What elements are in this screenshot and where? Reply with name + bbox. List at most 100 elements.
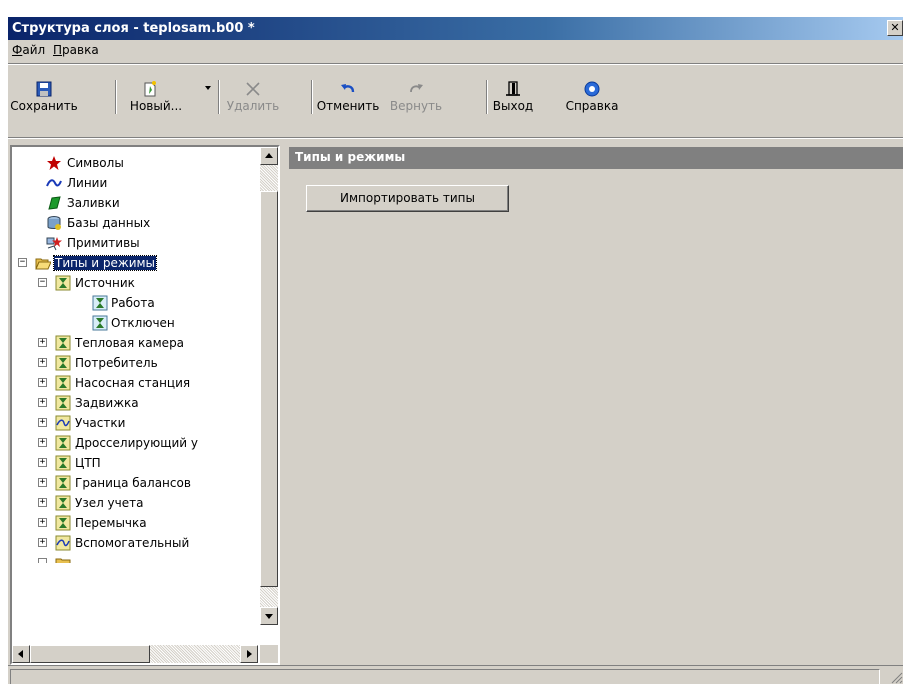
tree-item-disabled[interactable]: Отключен (12, 313, 258, 333)
collapse-toggle[interactable]: − (18, 258, 27, 267)
scroll-thumb-horizontal[interactable] (30, 645, 150, 663)
tree-item-lines[interactable]: Линии (12, 173, 258, 193)
scrollbar-corner (260, 645, 278, 663)
hourglass-icon (55, 515, 71, 531)
tree-item-heat-chamber[interactable]: + Тепловая камера (12, 333, 258, 353)
help-icon (584, 81, 600, 97)
tree-content: Символы Линии Заливки Базы данных Примит… (12, 147, 258, 625)
tree-item-valve[interactable]: + Задвижка (12, 393, 258, 413)
hourglass-icon (55, 355, 71, 371)
tree-item-pump-station[interactable]: + Насосная станция (12, 373, 258, 393)
close-button[interactable]: ✕ (887, 20, 903, 36)
expand-toggle[interactable]: + (38, 378, 47, 387)
layer-tree[interactable]: Символы Линии Заливки Базы данных Примит… (10, 145, 280, 665)
expand-toggle[interactable]: + (38, 538, 47, 547)
tree-item-symbols[interactable]: Символы (12, 153, 258, 173)
expand-toggle[interactable] (38, 558, 47, 563)
tree-horizontal-scrollbar[interactable] (12, 645, 258, 663)
hourglass-icon (55, 495, 71, 511)
hourglass-icon (55, 395, 71, 411)
expand-toggle[interactable]: + (38, 438, 47, 447)
tree-item-partial[interactable] (12, 553, 258, 563)
menu-bar: Файл Правка (8, 40, 903, 61)
menu-file[interactable]: Файл (12, 43, 45, 57)
tree-item-source[interactable]: − Источник (12, 273, 258, 293)
tree-item-primitives[interactable]: Примитивы (12, 233, 258, 253)
toolbar-separator (311, 80, 313, 114)
expand-toggle[interactable]: + (38, 498, 47, 507)
expand-toggle[interactable]: + (38, 518, 47, 527)
layer-structure-window: Структура слоя - teplosam.b00 * ✕ Файл П… (8, 17, 903, 684)
wave-icon (55, 535, 71, 551)
tree-item-ctp[interactable]: + ЦТП (12, 453, 258, 473)
hourglass-icon (55, 275, 71, 291)
folder-icon (55, 558, 71, 563)
tree-item-balance-border[interactable]: + Граница балансов (12, 473, 258, 493)
hourglass-icon (55, 475, 71, 491)
window-title: Структура слоя - teplosam.b00 * (12, 21, 255, 36)
resize-grip-icon[interactable] (889, 670, 903, 684)
redo-button[interactable]: Вернуть (384, 80, 448, 114)
tree-item-meter-node[interactable]: + Узел учета (12, 493, 258, 513)
properties-panel: Типы и режимы Импортировать типы (289, 145, 903, 665)
arrow-down-icon (265, 614, 273, 619)
tree-item-types-modes[interactable]: − Типы и режимы (12, 253, 258, 273)
hourglass-icon (92, 295, 108, 311)
tree-vertical-scrollbar[interactable] (260, 147, 278, 625)
hourglass-icon (55, 435, 71, 451)
toolbar: Сохранить Новый... Удалить Отменить Верн… (8, 66, 903, 116)
expand-toggle[interactable]: + (38, 478, 47, 487)
exit-button[interactable]: Выход (490, 80, 536, 114)
undo-button[interactable]: Отменить (314, 80, 382, 114)
expand-toggle[interactable]: + (38, 338, 47, 347)
save-button[interactable]: Сохранить (8, 80, 80, 114)
tree-item-auxiliary[interactable]: + Вспомогательный (12, 533, 258, 553)
fill-icon (48, 196, 61, 210)
database-icon (47, 216, 61, 230)
scroll-thumb[interactable] (260, 191, 278, 587)
tree-item-databases[interactable]: Базы данных (12, 213, 258, 233)
tree-item-sections[interactable]: + Участки (12, 413, 258, 433)
folder-open-icon (35, 258, 51, 270)
primitives-icon (46, 237, 62, 251)
exit-door-icon (506, 81, 520, 96)
tree-item-work[interactable]: Работа (12, 293, 258, 313)
wave-icon (55, 415, 71, 431)
scroll-up-button[interactable] (260, 147, 278, 165)
expand-toggle[interactable]: + (38, 358, 47, 367)
scroll-left-button[interactable] (12, 645, 30, 663)
hourglass-icon (55, 375, 71, 391)
title-bar: Структура слоя - teplosam.b00 * ✕ (8, 17, 903, 40)
status-bar (8, 665, 903, 684)
delete-button[interactable]: Удалить (222, 80, 284, 114)
expand-toggle[interactable]: + (38, 398, 47, 407)
toolbar-separator (218, 80, 220, 114)
tree-item-fills[interactable]: Заливки (12, 193, 258, 213)
new-button[interactable]: Новый... (118, 80, 194, 114)
dropdown-arrow-icon[interactable] (205, 86, 211, 90)
arrow-right-icon (247, 650, 252, 658)
expand-toggle[interactable]: + (38, 418, 47, 427)
star-icon (47, 156, 61, 170)
arrow-up-icon (265, 153, 273, 158)
scroll-down-button[interactable] (260, 607, 278, 625)
scroll-right-button[interactable] (240, 645, 258, 663)
hourglass-icon (55, 335, 71, 351)
help-button[interactable]: Справка (558, 80, 626, 114)
expand-toggle[interactable]: + (38, 458, 47, 467)
tree-item-throttle[interactable]: + Дросселирующий у (12, 433, 258, 453)
toolbar-content-divider (8, 137, 903, 139)
import-types-button[interactable]: Импортировать типы (306, 185, 509, 212)
undo-arrow-icon (341, 84, 355, 93)
tree-item-consumer[interactable]: + Потребитель (12, 353, 258, 373)
toolbar-separator (115, 80, 117, 114)
tree-item-jumper[interactable]: + Перемычка (12, 513, 258, 533)
new-document-icon (144, 81, 156, 97)
menu-toolbar-divider (8, 63, 903, 65)
menu-edit[interactable]: Правка (53, 43, 99, 57)
hourglass-icon (55, 455, 71, 471)
delete-x-icon (246, 82, 260, 96)
collapse-toggle[interactable]: − (38, 278, 47, 287)
redo-arrow-icon (410, 84, 423, 93)
hourglass-icon (92, 315, 108, 331)
